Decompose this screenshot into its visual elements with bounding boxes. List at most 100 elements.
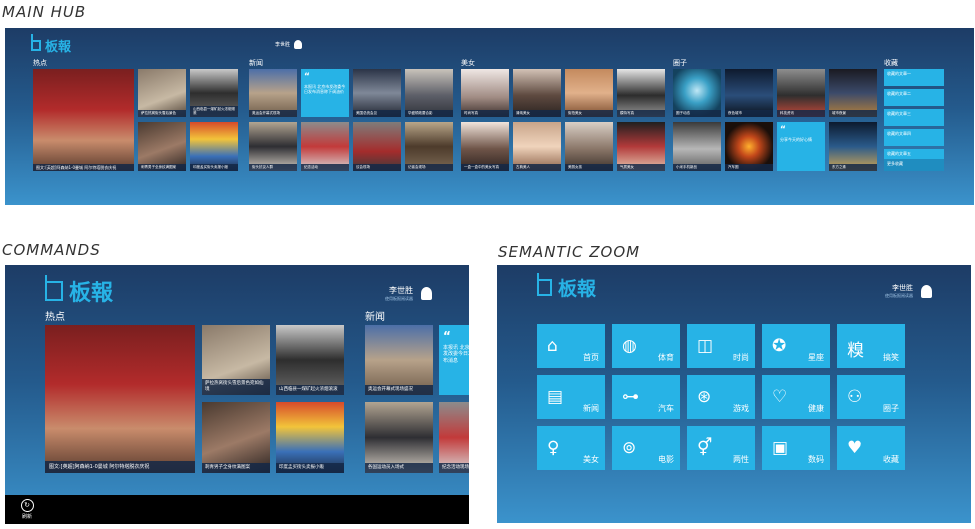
circle-quote-tile[interactable]: “ 分享今天的好心情	[777, 122, 825, 171]
category-tile-bag[interactable]: ◫ 时尚	[687, 324, 755, 368]
beauty-tile-caption: 街拍美女	[565, 110, 613, 117]
fav-item[interactable]: 收藏的文章四	[884, 129, 944, 146]
news-tile-caption: 议会现场	[353, 164, 401, 171]
beauty-tile-caption: 时尚写真	[461, 110, 509, 117]
circle-tile-caption: 汽车圈	[725, 164, 773, 171]
news-tile[interactable]: 街头抗议人群	[249, 122, 297, 171]
category-label: 两性	[733, 455, 749, 464]
quote-mark-icon: “	[304, 72, 310, 82]
section-title-news[interactable]: 新闻	[365, 308, 385, 323]
hot-hero-tile[interactable]: 图文:[英超]阿森纳1-0曼城 阿尔特塔脱衣庆祝	[45, 325, 195, 473]
news-tile-caption: 美国总统会见	[353, 110, 401, 117]
beauty-tile[interactable]: 古典美人	[513, 122, 561, 171]
hot-tile-caption: 印度孟买街头卖报小贩	[190, 164, 238, 171]
beauty-tile-caption: 模特写真	[617, 110, 665, 117]
hot-tile[interactable]: 印度孟买街头卖报小贩	[276, 402, 344, 473]
news-tile[interactable]: 奥运会开幕式现场	[249, 69, 297, 117]
news-quote-tile[interactable]: “ 本报讯 北京市发改委今日发布消息	[439, 325, 469, 395]
news-tile-caption: 纪念活动现场	[439, 463, 469, 473]
beauty-tile[interactable]: 美丽女孩	[565, 122, 613, 171]
hot-tile-caption: 山西临县一煤矿起火浓烟滚滚	[190, 105, 238, 117]
beauty-tile[interactable]: 清纯美女	[513, 69, 561, 117]
section-title-fav[interactable]: 收藏	[884, 58, 898, 68]
category-tile-ball[interactable]: ◍ 体育	[612, 324, 680, 368]
news-tile[interactable]: 纪念活动	[301, 122, 349, 171]
circle-tile[interactable]: 城市夜景	[829, 69, 877, 117]
hot-tile[interactable]: 印度孟买街头卖报小贩	[190, 122, 238, 171]
news-tile[interactable]: 议会现场	[353, 122, 401, 171]
user-info[interactable]: 李世胜 使用板报阅读器	[385, 285, 432, 302]
fav-item[interactable]: 收藏的文章三	[884, 109, 944, 126]
category-tile-picture[interactable]: ▣ 数码	[762, 426, 830, 470]
section-title-hot[interactable]: 热点	[45, 308, 65, 323]
hot-tile[interactable]: 山西临县一煤矿起火浓烟滚滚	[190, 69, 238, 117]
news-tile[interactable]: 华盛顿政要合影	[405, 69, 453, 117]
hot-tile[interactable]: 萨拉热窝街头雪后景色宛如仙境	[202, 325, 270, 395]
hot-hero-caption: 图文:[英超]阿森纳1-0曼城 阿尔特塔脱衣庆祝	[45, 460, 195, 473]
film-reel-icon: ⊚	[622, 438, 637, 458]
character-icon: 糗	[847, 341, 864, 361]
fav-more-button[interactable]: 更多收藏	[884, 159, 944, 171]
user-name: 李世胜	[892, 284, 913, 292]
beauty-tile[interactable]: 一盒一盒中的美女写真	[461, 122, 509, 171]
refresh-button[interactable]: ↻ 刷新	[17, 499, 37, 520]
category-tile-character[interactable]: 糗搞笑	[837, 324, 905, 368]
circle-tile-caption: 东方之珠	[829, 164, 877, 171]
category-tile-heart[interactable]: ♥ 收藏	[837, 426, 905, 470]
news-tile[interactable]: 记者会现场	[405, 122, 453, 171]
section-title-hot[interactable]: 热点	[33, 58, 47, 68]
hot-tile[interactable]: 刺青男子全身纹满图案	[202, 402, 270, 473]
beauty-tile[interactable]: 气质美女	[617, 122, 665, 171]
category-tile-gender[interactable]: ⚥ 两性	[687, 426, 755, 470]
category-tile-film-reel[interactable]: ⊚ 电影	[612, 426, 680, 470]
caption-main-hub: MAIN HUB	[2, 3, 87, 21]
quote-mark-icon: “	[780, 125, 786, 135]
beauty-tile[interactable]: 街拍美女	[565, 69, 613, 117]
circle-tile[interactable]: 汽车圈	[725, 122, 773, 171]
news-tile[interactable]: 美国总统会见	[353, 69, 401, 117]
news-tile[interactable]: 奥运会开幕式现场盛况	[365, 325, 433, 395]
beauty-tile[interactable]: 时尚写真	[461, 69, 509, 117]
category-tile-people[interactable]: ⚇ 圈子	[837, 375, 905, 419]
circle-tile[interactable]: 东方之珠	[829, 122, 877, 171]
beauty-tile-caption: 气质美女	[617, 164, 665, 171]
section-title-circle[interactable]: 圈子	[673, 58, 687, 68]
category-label: 数码	[808, 455, 824, 464]
user-info[interactable]: 李世胜 使用板报阅读器	[885, 283, 932, 299]
hot-tile[interactable]: 刺青男子全身纹满图案	[138, 122, 186, 171]
fav-item[interactable]: 收藏的文章二	[884, 89, 944, 106]
category-tile-woman[interactable]: ♀ 美女	[537, 426, 605, 470]
hot-hero-tile[interactable]: 图文:[英超]阿森纳1-0曼城 阿尔特塔脱衣庆祝	[33, 69, 134, 171]
circle-tile[interactable]: 小米手机新品	[673, 122, 721, 171]
category-label: 电影	[658, 455, 674, 464]
category-tile-home[interactable]: ⌂ 首页	[537, 324, 605, 368]
section-title-beauty[interactable]: 美女	[461, 58, 475, 68]
fav-item[interactable]: 收藏的文章一	[884, 69, 944, 86]
home-icon: ⌂	[547, 336, 558, 356]
hot-tile[interactable]: 萨拉热窝街头雪后景色	[138, 69, 186, 117]
hot-tile[interactable]: 山西临县一煤矿起火浓烟滚滚	[276, 325, 344, 395]
beauty-tile-caption: 古典美人	[513, 164, 561, 171]
category-tile-car[interactable]: ⊶ 汽车	[612, 375, 680, 419]
category-tile-gamepad[interactable]: ⊛ 游戏	[687, 375, 755, 419]
category-tile-star[interactable]: ✪ 星座	[762, 324, 830, 368]
beauty-tile-caption: 美丽女孩	[565, 164, 613, 171]
beauty-tile[interactable]: 模特写真	[617, 69, 665, 117]
user-subtitle: 使用板报阅读器	[885, 293, 913, 298]
circle-tile[interactable]: 圈子动态	[673, 69, 721, 117]
user-info[interactable]: 李世胜	[275, 40, 303, 49]
logo-mark-icon	[537, 273, 552, 296]
news-tile-caption: 街头抗议人群	[249, 164, 297, 171]
newspaper-icon: ▤	[547, 387, 564, 407]
ball-icon: ◍	[622, 336, 637, 356]
circle-tile-caption: 小米手机新品	[673, 164, 721, 171]
section-title-news[interactable]: 新闻	[249, 58, 263, 68]
category-tile-heartbeat[interactable]: ♡ 健康	[762, 375, 830, 419]
circle-tile[interactable]: 科技资讯	[777, 69, 825, 117]
circle-tile[interactable]: 夜色城市	[725, 69, 773, 117]
news-tile[interactable]: 各国运动员入场式	[365, 402, 433, 473]
category-label: 健康	[808, 404, 824, 413]
news-quote-tile[interactable]: “ 本报讯 北京市发改委今日发布消息称下调油价	[301, 69, 349, 117]
news-tile[interactable]: 纪念活动现场	[439, 402, 469, 473]
category-tile-newspaper[interactable]: ▤ 新闻	[537, 375, 605, 419]
